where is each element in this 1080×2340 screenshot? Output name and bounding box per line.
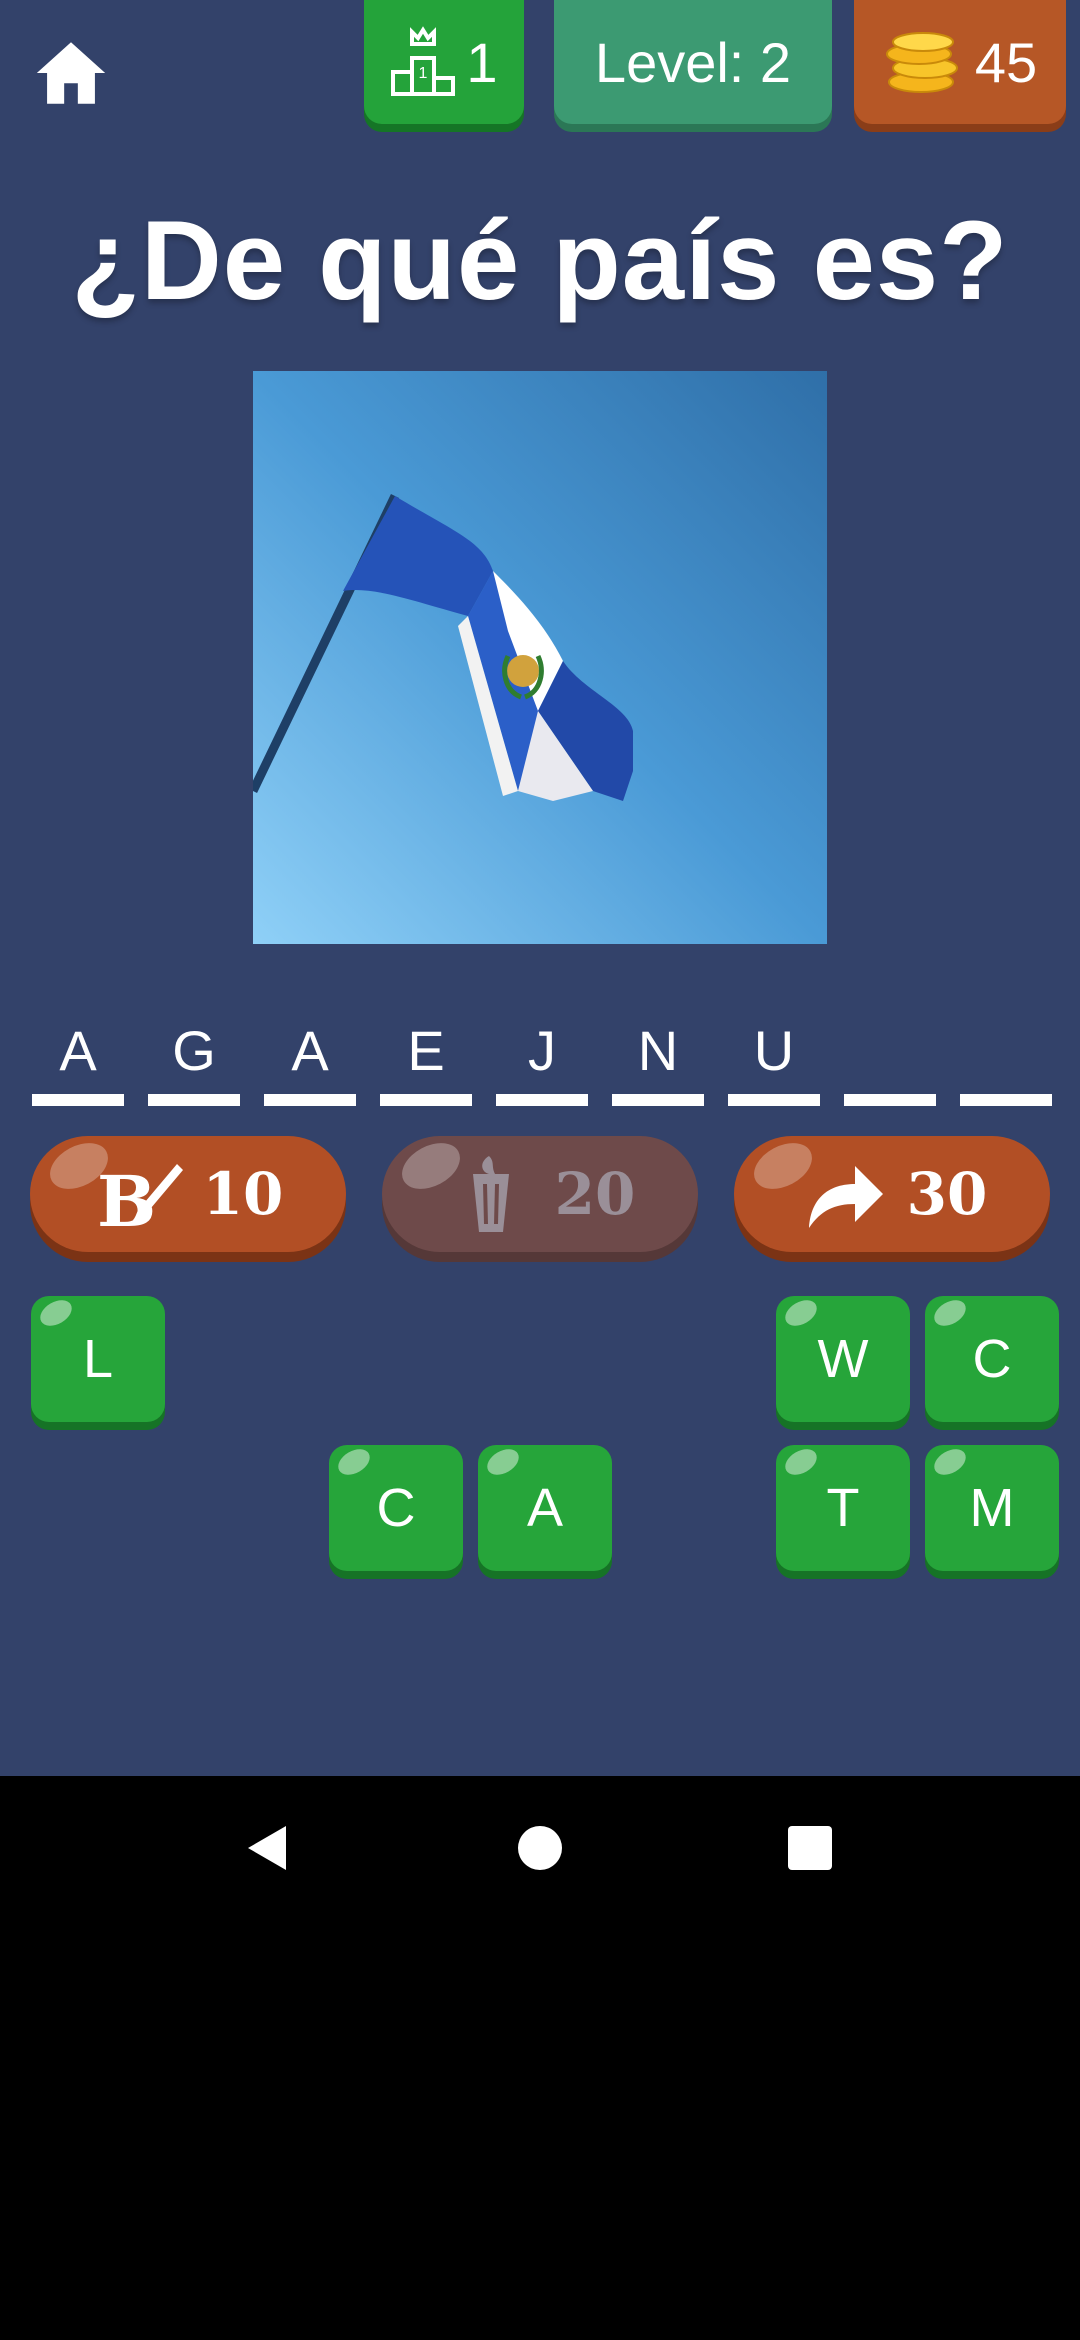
question-title: ¿De qué país es? xyxy=(71,198,1009,323)
slot-letter: N xyxy=(637,1019,679,1082)
guatemala-flag-photo xyxy=(253,371,827,944)
letter-tile[interactable]: M xyxy=(925,1443,1059,1571)
tile-letter: T xyxy=(826,1478,860,1538)
letter-tile[interactable]: C xyxy=(925,1294,1059,1422)
tile-letter: M xyxy=(969,1478,1015,1538)
game-screen: 1 1 Level: 2 45 ¿De qué país es? A G A E… xyxy=(0,0,1080,1776)
answer-slot[interactable]: E xyxy=(380,1010,472,1106)
slot-letter: A xyxy=(59,1019,97,1082)
slot-letter: U xyxy=(753,1019,795,1082)
answer-slot[interactable]: A xyxy=(264,1010,356,1106)
hint-cost: 30 xyxy=(906,1160,988,1228)
answer-slot[interactable] xyxy=(960,1010,1052,1106)
answer-slot[interactable]: J xyxy=(496,1010,588,1106)
level-label: Level: 2 xyxy=(594,30,792,94)
tile-letter: C xyxy=(376,1478,416,1538)
tile-letter: C xyxy=(972,1329,1012,1389)
answer-slot[interactable]: A xyxy=(32,1010,124,1106)
answer-slots: A G A E J N U xyxy=(32,1010,1052,1110)
leaderboard-button[interactable]: 1 1 xyxy=(364,0,524,124)
rank-value: 1 xyxy=(466,30,498,94)
answer-slot[interactable]: G xyxy=(148,1010,240,1106)
recents-icon[interactable] xyxy=(786,1820,834,1876)
coins-icon xyxy=(885,32,958,93)
coins-button[interactable]: 45 xyxy=(854,0,1066,124)
back-icon[interactable] xyxy=(240,1820,296,1876)
tile-letter: A xyxy=(526,1478,564,1538)
coins-value: 45 xyxy=(974,30,1038,94)
home-icon xyxy=(36,42,106,104)
reveal-letter-hint-button[interactable]: B 10 xyxy=(30,1133,346,1252)
letter-tile[interactable]: T xyxy=(776,1443,910,1571)
slot-letter: A xyxy=(291,1019,329,1082)
skip-level-hint-button[interactable]: 30 xyxy=(734,1133,1050,1252)
hint-cost: 10 xyxy=(202,1160,284,1228)
tile-letter: L xyxy=(82,1329,114,1389)
podium-icon: 1 xyxy=(391,26,456,96)
answer-slot[interactable]: U xyxy=(728,1010,820,1106)
home-nav-icon[interactable] xyxy=(516,1820,564,1876)
answer-slot[interactable]: N xyxy=(612,1010,704,1106)
slot-letter: J xyxy=(528,1019,556,1082)
svg-text:1: 1 xyxy=(419,65,428,82)
home-button[interactable] xyxy=(30,32,112,114)
letter-tile[interactable]: C xyxy=(329,1443,463,1571)
answer-slot[interactable] xyxy=(844,1010,936,1106)
slot-letter: G xyxy=(172,1019,216,1082)
letter-tile[interactable]: L xyxy=(31,1294,165,1422)
letter-tile[interactable]: W xyxy=(776,1294,910,1422)
letter-tile[interactable]: A xyxy=(478,1443,612,1571)
svg-text:B: B xyxy=(97,1160,156,1236)
slot-letter: E xyxy=(407,1019,445,1082)
level-indicator: Level: 2 xyxy=(554,0,832,124)
remove-letters-hint-button[interactable]: 20 xyxy=(382,1133,698,1252)
hint-cost: 20 xyxy=(554,1160,636,1228)
tile-letter: W xyxy=(817,1329,869,1389)
